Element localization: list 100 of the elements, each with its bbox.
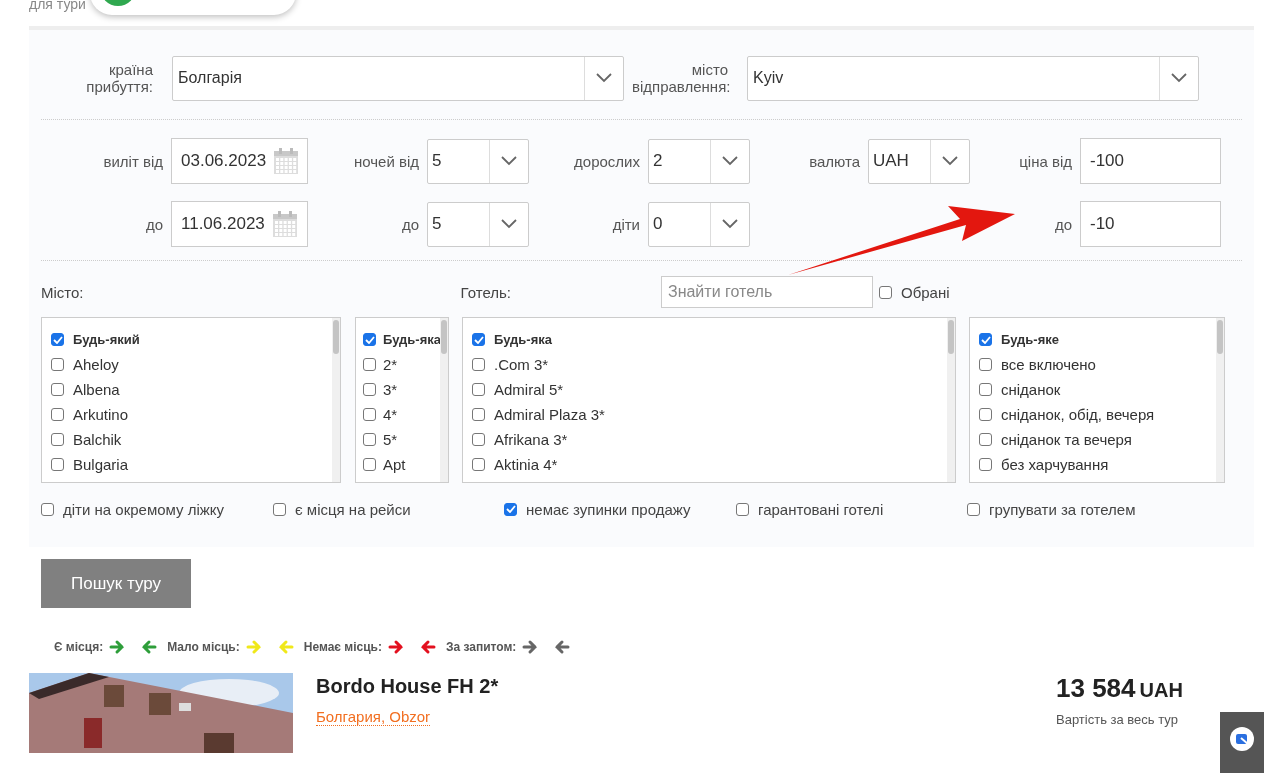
list-item[interactable]: 4* bbox=[383, 406, 398, 423]
hotel-search-field[interactable]: Знайти готель bbox=[660, 276, 873, 308]
checkbox-label: гарантовані готелі bbox=[758, 500, 884, 518]
input-field[interactable]: -100 bbox=[1080, 138, 1221, 184]
field-label: дорослих bbox=[573, 152, 641, 170]
list-item[interactable]: Arkutino bbox=[73, 406, 129, 423]
chat-widget[interactable] bbox=[1220, 712, 1264, 773]
checkbox[interactable] bbox=[472, 358, 485, 371]
list-item[interactable]: Apt bbox=[383, 456, 406, 473]
checkbox[interactable] bbox=[979, 408, 992, 421]
header-text: для тури bbox=[29, 0, 86, 12]
list-item[interactable]: Admiral 5* bbox=[494, 381, 564, 398]
checkbox[interactable] bbox=[51, 358, 64, 371]
field-label: країна прибуття: bbox=[85, 61, 154, 95]
calendar-icon bbox=[274, 148, 299, 174]
list-item[interactable]: 2* bbox=[383, 356, 398, 373]
currency-label: UAH bbox=[1139, 679, 1183, 701]
field-label: виліт від bbox=[102, 152, 164, 170]
list-item[interactable]: Admiral Plaza 3* bbox=[494, 406, 605, 423]
checkbox[interactable] bbox=[979, 358, 992, 371]
select-field[interactable]: Болгарія bbox=[172, 55, 624, 101]
checkbox[interactable] bbox=[979, 383, 992, 396]
checkbox[interactable] bbox=[363, 358, 376, 371]
checkbox[interactable] bbox=[363, 433, 376, 446]
list-item[interactable]: .Com 3* bbox=[494, 356, 549, 373]
checkbox[interactable] bbox=[472, 458, 485, 471]
hotel-title[interactable]: Bordo House FH 2* bbox=[316, 675, 499, 698]
list-item[interactable]: Bulgaria bbox=[73, 456, 129, 473]
checkbox[interactable] bbox=[363, 408, 376, 421]
checkbox[interactable] bbox=[51, 408, 64, 421]
field-label: ночей від bbox=[352, 152, 420, 170]
select-field[interactable]: Kyiv bbox=[747, 55, 1199, 101]
list-item[interactable]: сніданок та вечеря bbox=[1001, 431, 1132, 448]
checkbox[interactable] bbox=[967, 502, 980, 516]
checkbox[interactable] bbox=[979, 333, 992, 346]
chevron-down-icon bbox=[596, 73, 612, 83]
list-item[interactable]: 5* bbox=[383, 431, 398, 448]
checkbox[interactable] bbox=[51, 458, 64, 471]
select-field[interactable]: 0 bbox=[648, 201, 750, 247]
checkbox-label: є місця на рейси bbox=[295, 500, 411, 518]
section-label: Місто: bbox=[41, 283, 84, 301]
list-item[interactable]: Будь-який bbox=[73, 332, 140, 347]
checkbox[interactable] bbox=[472, 433, 485, 446]
checkbox[interactable] bbox=[736, 502, 749, 516]
chevron-down-icon bbox=[1171, 73, 1187, 83]
chevron-down-icon bbox=[942, 156, 958, 166]
checkbox[interactable] bbox=[273, 502, 286, 516]
date-field[interactable]: 03.06.2023 bbox=[171, 138, 308, 184]
chevron-down-icon bbox=[722, 219, 738, 229]
list-item[interactable]: Aktinia 4* bbox=[494, 456, 558, 473]
checkbox[interactable] bbox=[41, 502, 54, 516]
field-label: діти bbox=[611, 215, 641, 233]
list-item[interactable]: все включено bbox=[1001, 356, 1096, 373]
field-label: до bbox=[144, 215, 164, 233]
chevron-down-icon bbox=[501, 156, 517, 166]
input-field[interactable]: -10 bbox=[1080, 201, 1221, 247]
list-item[interactable]: сніданок bbox=[1001, 381, 1061, 398]
scrollbar[interactable] bbox=[947, 318, 955, 482]
select-field[interactable]: UAH bbox=[868, 138, 970, 184]
list-item[interactable]: сніданок, обід, вечеря bbox=[1001, 406, 1155, 423]
price-note: Вартість за весь тур bbox=[1056, 712, 1179, 727]
checkbox[interactable] bbox=[51, 383, 64, 396]
field-label: валюта bbox=[808, 152, 861, 170]
checkbox[interactable] bbox=[363, 333, 376, 346]
select-field[interactable]: 2 bbox=[648, 138, 750, 184]
checkbox[interactable] bbox=[363, 458, 376, 471]
checkbox[interactable] bbox=[979, 433, 992, 446]
checkbox-label: Обрані bbox=[900, 283, 950, 301]
price-value: 13 584 bbox=[1056, 673, 1136, 703]
legend-label: Мало місць: bbox=[167, 640, 240, 654]
checkbox[interactable] bbox=[472, 383, 485, 396]
list-item[interactable]: Aheloy bbox=[73, 356, 119, 373]
list-item[interactable]: без харчування bbox=[1001, 456, 1109, 473]
calendar-icon bbox=[272, 211, 297, 237]
scrollbar[interactable] bbox=[332, 318, 340, 482]
list-item[interactable]: Будь-яка bbox=[494, 332, 552, 347]
list-item[interactable]: Albena bbox=[73, 381, 120, 398]
scrollbar[interactable] bbox=[440, 318, 448, 482]
chevron-down-icon bbox=[722, 156, 738, 166]
checkbox[interactable] bbox=[472, 408, 485, 421]
checkbox[interactable] bbox=[878, 285, 892, 299]
checkbox[interactable] bbox=[51, 333, 64, 346]
checkbox[interactable] bbox=[363, 383, 376, 396]
search-button[interactable]: Пошук туру bbox=[41, 559, 191, 608]
checkbox[interactable] bbox=[472, 333, 485, 346]
checkbox[interactable] bbox=[504, 502, 517, 516]
date-field[interactable]: 11.06.2023 bbox=[171, 201, 308, 247]
checkbox[interactable] bbox=[51, 433, 64, 446]
list-item[interactable]: Будь-яке bbox=[1001, 332, 1059, 347]
list-item[interactable]: 3* bbox=[383, 381, 398, 398]
list-item[interactable]: Afrikana 3* bbox=[494, 431, 568, 448]
legend-label: Немає місць: bbox=[303, 640, 382, 654]
list-item[interactable]: Balchik bbox=[73, 431, 122, 448]
select-field[interactable]: 5 bbox=[427, 138, 529, 184]
checkbox-label: діти на окремому ліжку bbox=[63, 500, 225, 518]
select-field[interactable]: 5 bbox=[427, 201, 529, 247]
legend-label: Є місця: bbox=[54, 640, 104, 654]
chat-icon[interactable] bbox=[1229, 726, 1255, 752]
scrollbar[interactable] bbox=[1216, 318, 1224, 482]
checkbox[interactable] bbox=[979, 458, 992, 471]
